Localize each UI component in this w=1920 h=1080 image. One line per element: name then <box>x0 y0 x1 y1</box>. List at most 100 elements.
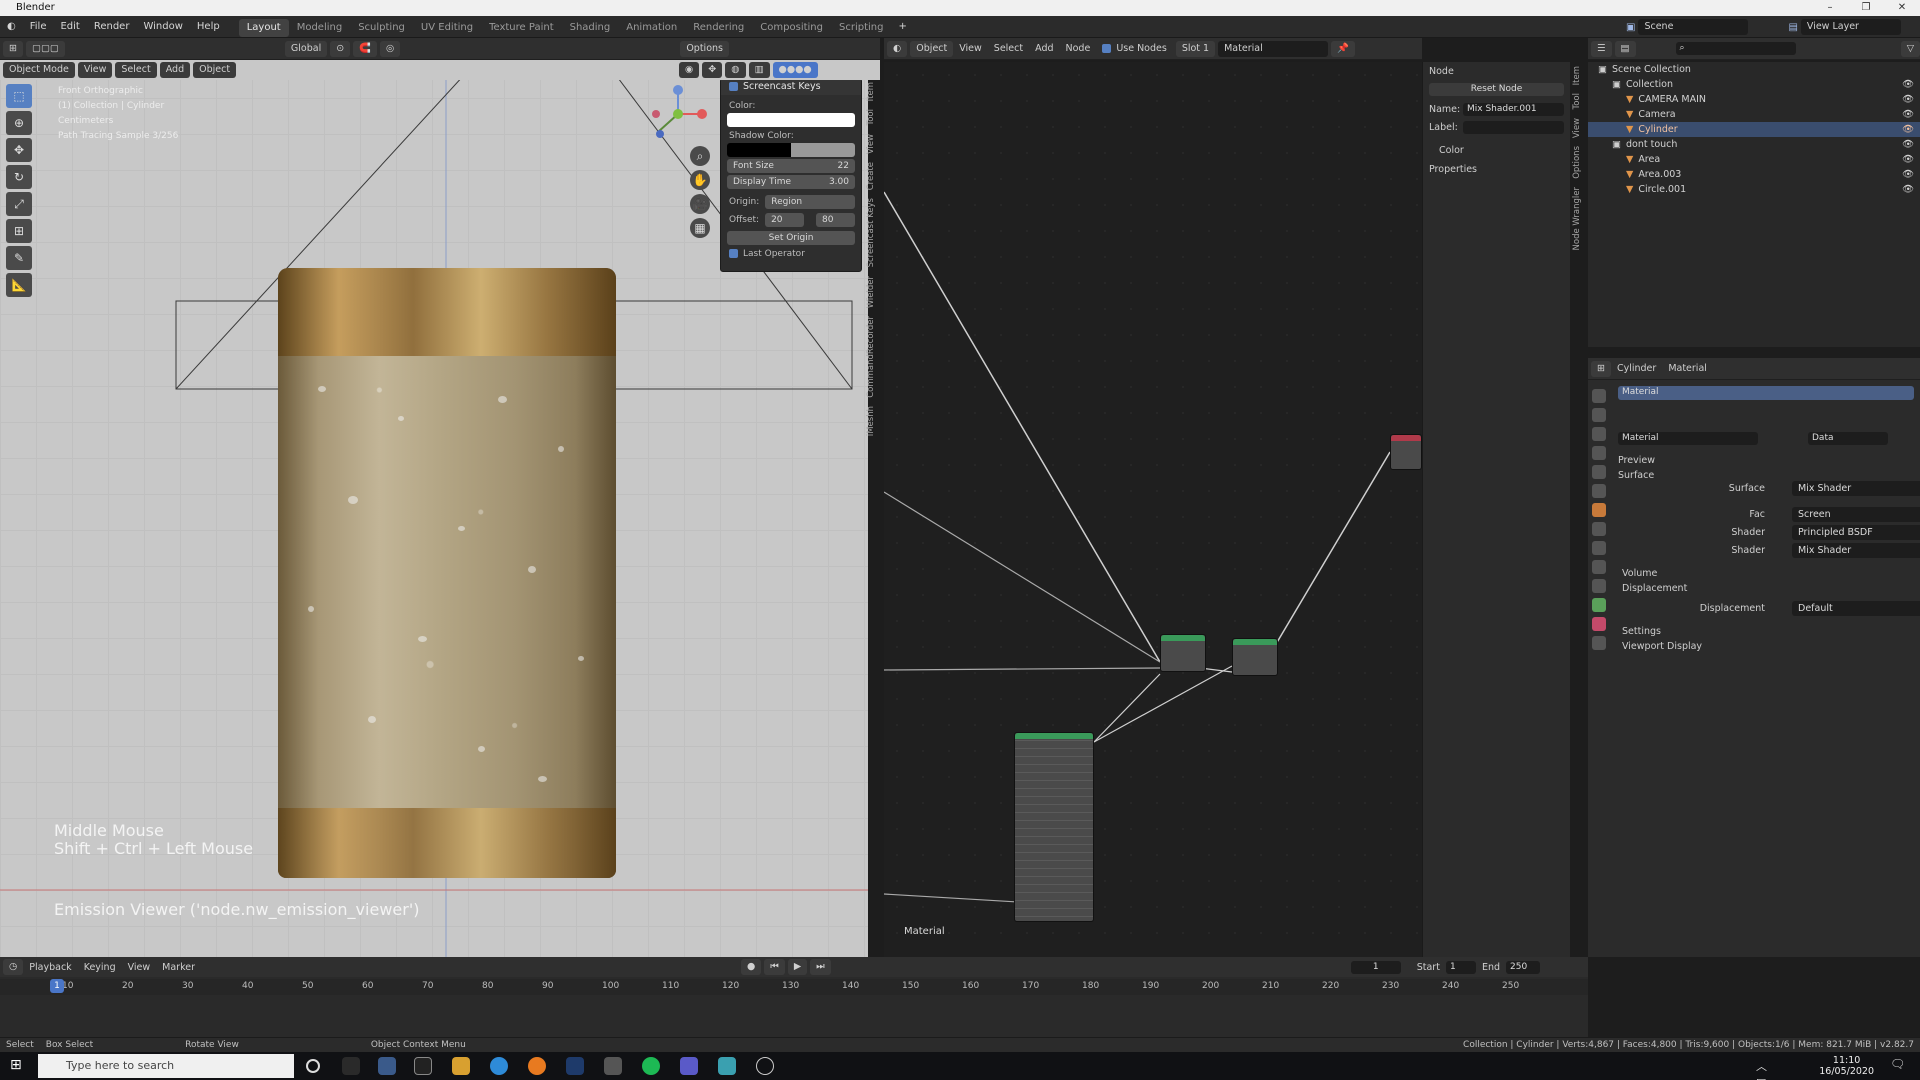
constraints-tab-icon[interactable] <box>1592 579 1606 593</box>
jump-end-icon[interactable]: ⏭ <box>810 959 831 975</box>
screencast-enable-checkbox[interactable] <box>729 82 738 91</box>
data-tab-icon[interactable] <box>1592 598 1606 612</box>
close-button[interactable]: ✕ <box>1884 0 1920 16</box>
particles-tab-icon[interactable] <box>1592 541 1606 555</box>
material-link-dropdown[interactable]: Data <box>1808 432 1888 445</box>
node-color-toggle[interactable]: Color <box>1423 143 1570 158</box>
surface-shader-field[interactable]: Mix Shader <box>1792 481 1920 496</box>
node-label-field[interactable] <box>1463 121 1564 134</box>
offset-x-field[interactable]: 20 <box>765 213 805 227</box>
outliner-row[interactable]: ▼ Area.003 👁 <box>1588 167 1920 182</box>
node-properties-section[interactable]: Properties <box>1423 162 1570 177</box>
scene-tab-icon[interactable] <box>1592 465 1606 479</box>
timeline-menu-view[interactable]: View <box>122 962 157 973</box>
cortana-icon[interactable] <box>306 1059 320 1073</box>
node-menu-add[interactable]: Add <box>1029 43 1059 54</box>
display-mode-icon[interactable]: ▤ <box>1614 40 1636 57</box>
rotate-tool-icon[interactable]: ↻ <box>6 165 32 189</box>
texture-tab-icon[interactable] <box>1592 636 1606 650</box>
tab-layout[interactable]: Layout <box>238 18 289 37</box>
end-frame-field[interactable]: 250 <box>1506 960 1541 974</box>
shader-field-1[interactable]: Principled BSDF <box>1792 525 1920 540</box>
node-tab-options[interactable]: Options <box>1572 142 1582 183</box>
zoom-icon[interactable]: ⌕ <box>690 146 710 166</box>
visibility-eye-icon[interactable]: 👁 <box>1902 152 1914 167</box>
displacement-field[interactable]: Default <box>1792 601 1920 616</box>
tab-animation[interactable]: Animation <box>618 19 685 37</box>
shading-mode-icon[interactable]: ●●●● <box>772 62 818 78</box>
overlay-icon[interactable]: ◍ <box>725 62 746 78</box>
material-datablock-field[interactable]: Material <box>1618 432 1758 445</box>
viewport-menu-object[interactable]: Object <box>193 62 237 78</box>
offset-y-field[interactable]: 80 <box>816 213 856 227</box>
tool-tab-icon[interactable] <box>1592 389 1606 403</box>
menu-file[interactable]: File <box>23 16 54 38</box>
node-name-field[interactable]: Mix Shader.001 <box>1463 103 1564 116</box>
node-object-dropdown[interactable]: Object <box>910 40 954 57</box>
tab-modeling[interactable]: Modeling <box>289 19 351 37</box>
outliner-row[interactable]: ▼ Area 👁 <box>1588 152 1920 167</box>
material-slot-list-item[interactable]: Material <box>1618 386 1914 400</box>
start-frame-field[interactable]: 1 <box>1445 960 1476 974</box>
filter-icon[interactable]: ▽ <box>1900 40 1920 57</box>
app-icon-4[interactable] <box>756 1057 774 1075</box>
object-tab-icon[interactable] <box>1592 503 1606 517</box>
outliner-row[interactable]: ▣ dont touch 👁 <box>1588 137 1920 152</box>
shader-field-2[interactable]: Mix Shader <box>1792 543 1920 558</box>
timeline[interactable]: ◷ Playback Keying View Marker ● ⏮ ▶ ⏭ 1 … <box>0 957 1588 1037</box>
pin-icon[interactable]: 📌 <box>1331 40 1355 57</box>
xray-icon[interactable]: ▥ <box>748 62 770 78</box>
outliner-row[interactable]: ▣ Collection 👁 <box>1588 77 1920 92</box>
origin-dropdown[interactable]: Region <box>765 195 855 209</box>
node-tab-item[interactable]: Item <box>1572 62 1582 89</box>
visibility-eye-icon[interactable]: 👁 <box>1902 182 1914 197</box>
annotate-tool-icon[interactable]: ✎ <box>6 246 32 270</box>
visibility-eye-icon[interactable]: 👁 <box>1902 167 1914 182</box>
volume-section[interactable]: Volume <box>1610 566 1920 581</box>
snap-icon[interactable]: 🧲 <box>353 40 378 57</box>
tray-icons[interactable]: ︿ ▭ ♪ <box>1756 1058 1774 1080</box>
notifications-icon[interactable]: 🗨 <box>1890 1057 1908 1075</box>
sidebar-tab-view[interactable]: View <box>866 130 876 158</box>
spotify-icon[interactable] <box>642 1057 660 1075</box>
scene-selector[interactable]: Scene <box>1638 19 1749 35</box>
node-menu-node[interactable]: Node <box>1060 43 1097 54</box>
photoshop-icon[interactable] <box>566 1057 584 1075</box>
slot-dropdown[interactable]: Slot 1 <box>1175 40 1216 57</box>
settings-section[interactable]: Settings <box>1610 624 1920 639</box>
sidebar-tab-commandrecorder[interactable]: CommandRecorder <box>866 312 876 402</box>
fac-field[interactable]: Screen <box>1792 507 1920 522</box>
viewport-menu-add[interactable]: Add <box>159 62 191 78</box>
output-tab-icon[interactable] <box>1592 427 1606 441</box>
tab-texture-paint[interactable]: Texture Paint <box>481 19 562 37</box>
timeline-menu-playback[interactable]: Playback <box>23 962 77 973</box>
node-editor-type-icon[interactable]: ◐ <box>887 40 908 57</box>
material-tab-icon[interactable] <box>1592 617 1606 631</box>
tab-uv-editing[interactable]: UV Editing <box>413 19 481 37</box>
app-icon-1[interactable] <box>378 1057 396 1075</box>
reset-node-button[interactable]: Reset Node <box>1429 83 1564 96</box>
view-layer-selector[interactable]: View Layer <box>1800 19 1901 35</box>
outliner-row[interactable]: ▼ CAMERA MAIN 👁 <box>1588 92 1920 107</box>
visibility-eye-icon[interactable]: 👁 <box>1902 122 1914 137</box>
tab-shading[interactable]: Shading <box>562 19 619 37</box>
modifier-tab-icon[interactable] <box>1592 522 1606 536</box>
mix-shader-node[interactable] <box>1160 634 1206 672</box>
playhead[interactable]: 1 <box>50 979 64 993</box>
gizmo-icon[interactable]: ✥ <box>702 62 723 78</box>
record-icon[interactable]: ● <box>741 959 762 975</box>
select-mode-icon[interactable]: ▢▢▢ <box>25 40 65 57</box>
displacement-section[interactable]: Displacement <box>1610 581 1920 596</box>
render-tab-icon[interactable] <box>1592 408 1606 422</box>
node-editor[interactable] <box>884 62 1422 957</box>
sidebar-tab-wielder[interactable]: Wielder <box>866 272 876 312</box>
tab-rendering[interactable]: Rendering <box>685 19 752 37</box>
color-swatch[interactable] <box>727 113 855 127</box>
blender-logo-icon[interactable]: ◐ <box>0 16 23 38</box>
task-view-icon[interactable] <box>342 1057 360 1075</box>
app-icon-2[interactable] <box>414 1057 432 1075</box>
timeline-editor-icon[interactable]: ◷ <box>3 959 24 975</box>
minimize-button[interactable]: – <box>1812 0 1848 16</box>
options-dropdown[interactable]: Options <box>680 40 729 57</box>
visibility-eye-icon[interactable]: 👁 <box>1902 137 1914 152</box>
